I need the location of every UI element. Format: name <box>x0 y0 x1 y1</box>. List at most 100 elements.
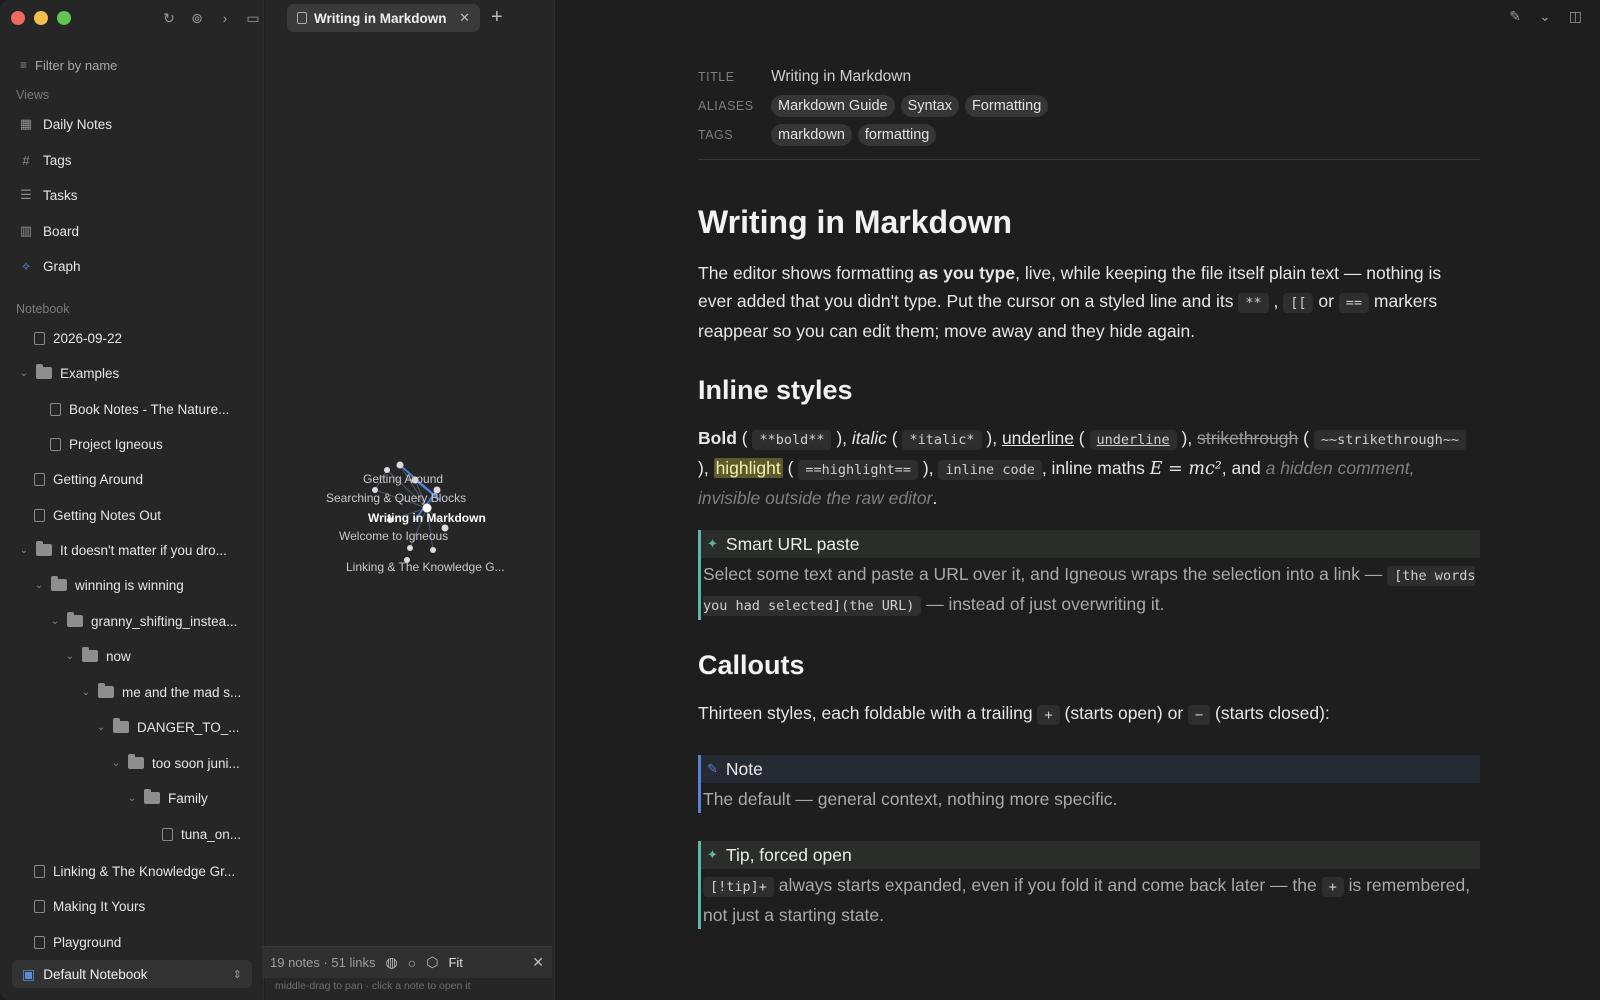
tree-label: It doesn't matter if you dro... <box>60 542 227 558</box>
refresh-icon[interactable]: ↻ <box>158 8 180 28</box>
nav-tags[interactable]: # Tags <box>16 147 252 173</box>
nav-daily-notes[interactable]: ▦ Daily Notes <box>16 111 252 137</box>
alias-pill[interactable]: Formatting <box>964 94 1049 117</box>
chevron-down-icon[interactable]: ⌄ <box>95 722 107 733</box>
edit-icon[interactable]: ✎ <box>1509 8 1521 25</box>
tree-label: too soon juni... <box>152 755 240 771</box>
tree-folder[interactable]: ⌄ granny_shifting_instea... <box>49 608 237 634</box>
notebook-icon: ▣ <box>22 965 36 982</box>
graph-label[interactable]: Getting Around <box>363 472 443 486</box>
sparkle-icon: ✦ <box>707 536 718 551</box>
tree-label: Linking & The Knowledge Gr... <box>53 863 236 879</box>
callout-body: [!tip]+ always starts expanded, even if … <box>703 875 1471 925</box>
chevron-down-icon[interactable]: ⌄ <box>64 651 76 662</box>
tree-item[interactable]: Playground <box>34 929 121 955</box>
close-window-button[interactable] <box>11 11 25 25</box>
graph-label-focus[interactable]: Writing in Markdown <box>368 511 486 525</box>
tree-item[interactable]: 2026-09-22 <box>34 325 122 351</box>
maximize-window-button[interactable] <box>57 11 71 25</box>
callout-smart-url-paste: ✦ Smart URL paste Select some text and p… <box>698 530 1480 620</box>
notebook-label: Notebook <box>16 302 70 316</box>
graph-node[interactable] <box>396 461 404 469</box>
alias-pill[interactable]: Markdown Guide <box>771 94 895 117</box>
filter-input[interactable]: ≡ Filter by name <box>12 54 252 76</box>
tree-folder-examples[interactable]: ⌄ Examples <box>18 360 119 386</box>
nav-board[interactable]: ▥ Board <box>16 218 252 244</box>
search-icon[interactable]: ⊚ <box>186 8 208 28</box>
tree-item[interactable]: Getting Notes Out <box>34 502 161 528</box>
sidebar-toolbar: ↻ ⊚ › ▭ <box>158 8 264 28</box>
callout-header[interactable]: ✦ Smart URL paste <box>701 530 1480 558</box>
nav-label: Tags <box>43 152 72 168</box>
tree-item[interactable]: Linking & The Knowledge Gr... <box>34 858 235 884</box>
close-graph-icon[interactable]: ✕ <box>532 954 544 971</box>
globe-icon[interactable]: ◍ <box>386 954 398 971</box>
pencil-icon: ✎ <box>707 761 718 776</box>
tree-label: Getting Around <box>53 471 144 487</box>
callout-tip: ✦ Tip, forced open [!tip]+ always starts… <box>698 841 1480 929</box>
app-window: ↻ ⊚ › ▭ ≡ Filter by name Views ▦ Daily N… <box>0 0 1600 1000</box>
calendar-icon: ▦ <box>19 116 33 131</box>
document-icon <box>34 864 45 878</box>
document-content[interactable]: TITLE Writing in Markdown ALIASES Markdo… <box>698 62 1480 929</box>
document-icon <box>50 437 61 451</box>
chevron-down-icon[interactable]: ⌄ <box>80 687 92 698</box>
tree-item[interactable]: Project Igneous <box>50 431 163 457</box>
graph-node[interactable] <box>430 547 436 553</box>
toggle-sidebar-icon[interactable]: ▭ <box>242 8 264 28</box>
document-heading: Writing in Markdown <box>698 204 1013 240</box>
tree-folder[interactable]: ⌄ Family <box>126 785 208 811</box>
filter-placeholder: Filter by name <box>35 57 118 73</box>
tree-folder[interactable]: ⌄ winning is winning <box>33 572 184 598</box>
fit-button[interactable]: Fit <box>448 955 462 970</box>
chevron-down-icon[interactable]: ⌄ <box>126 793 138 804</box>
callout-header[interactable]: ✦ Tip, forced open <box>701 841 1480 869</box>
folder-icon <box>36 541 52 556</box>
minimize-window-button[interactable] <box>34 11 48 25</box>
tree-folder[interactable]: ⌄ now <box>64 643 131 669</box>
callout-header[interactable]: ✎ Note <box>701 755 1480 783</box>
tree-label: winning is winning <box>75 577 184 593</box>
meta-title-value[interactable]: Writing in Markdown <box>771 68 911 86</box>
circle-icon[interactable]: ○ <box>408 955 416 971</box>
tree-item[interactable]: Making It Yours <box>34 893 145 919</box>
meta-key: TITLE <box>698 69 735 84</box>
nav-label: Daily Notes <box>43 116 113 132</box>
chevron-down-icon[interactable]: ⌄ <box>49 616 61 627</box>
tree-item[interactable]: tuna_on... <box>162 821 241 847</box>
chevron-down-icon[interactable]: ⌄ <box>33 580 45 591</box>
alias-pill[interactable]: Syntax <box>900 94 959 117</box>
graph-label[interactable]: Searching & Query Blocks <box>326 491 466 505</box>
tree-item[interactable]: Getting Around <box>34 466 143 492</box>
nav-label: Tasks <box>43 187 78 203</box>
graph-icon: ⟡ <box>21 258 31 273</box>
graph-footer: 19 notes · 51 links ◍ ○ ⬡ Fit ✕ <box>262 946 552 978</box>
notebook-selector[interactable]: ▣ Default Notebook ⇕ <box>12 960 252 988</box>
graph-label[interactable]: Welcome to Igneous <box>339 529 448 543</box>
chevron-down-icon[interactable]: ⌄ <box>110 758 122 769</box>
graph-label[interactable]: Linking & The Knowledge G... <box>346 560 505 574</box>
graph-node[interactable] <box>407 545 413 551</box>
tree-folder[interactable]: ⌄ me and the mad s... <box>80 679 241 705</box>
tag-pill[interactable]: markdown <box>771 123 852 146</box>
tree-label: 2026-09-22 <box>53 330 123 346</box>
tree-folder[interactable]: ⌄ too soon juni... <box>110 750 240 776</box>
folder-icon <box>98 683 114 698</box>
chevron-right-icon[interactable]: › <box>214 8 236 28</box>
chevron-down-icon[interactable]: ⌄ <box>1539 8 1551 25</box>
tree-folder[interactable]: ⌄ It doesn't matter if you dro... <box>18 537 227 563</box>
folder-icon <box>113 718 129 733</box>
callout-body: The default — general context, nothing m… <box>703 789 1118 809</box>
nav-graph[interactable]: ⟡ Graph <box>16 253 252 279</box>
tag-pill[interactable]: formatting <box>857 123 937 146</box>
document-icon <box>34 899 45 913</box>
tree-label: me and the mad s... <box>122 684 242 700</box>
toggle-right-panel-icon[interactable]: ◫ <box>1569 8 1582 25</box>
chevron-down-icon[interactable]: ⌄ <box>18 368 30 379</box>
chevron-down-icon[interactable]: ⌄ <box>18 545 30 556</box>
cube-icon[interactable]: ⬡ <box>426 954 438 971</box>
tree-label: Project Igneous <box>69 436 163 452</box>
tree-folder[interactable]: ⌄ DANGER_TO_... <box>95 714 240 740</box>
tree-item[interactable]: Book Notes - The Nature... <box>50 396 229 422</box>
nav-tasks[interactable]: ☰ Tasks <box>16 182 252 208</box>
